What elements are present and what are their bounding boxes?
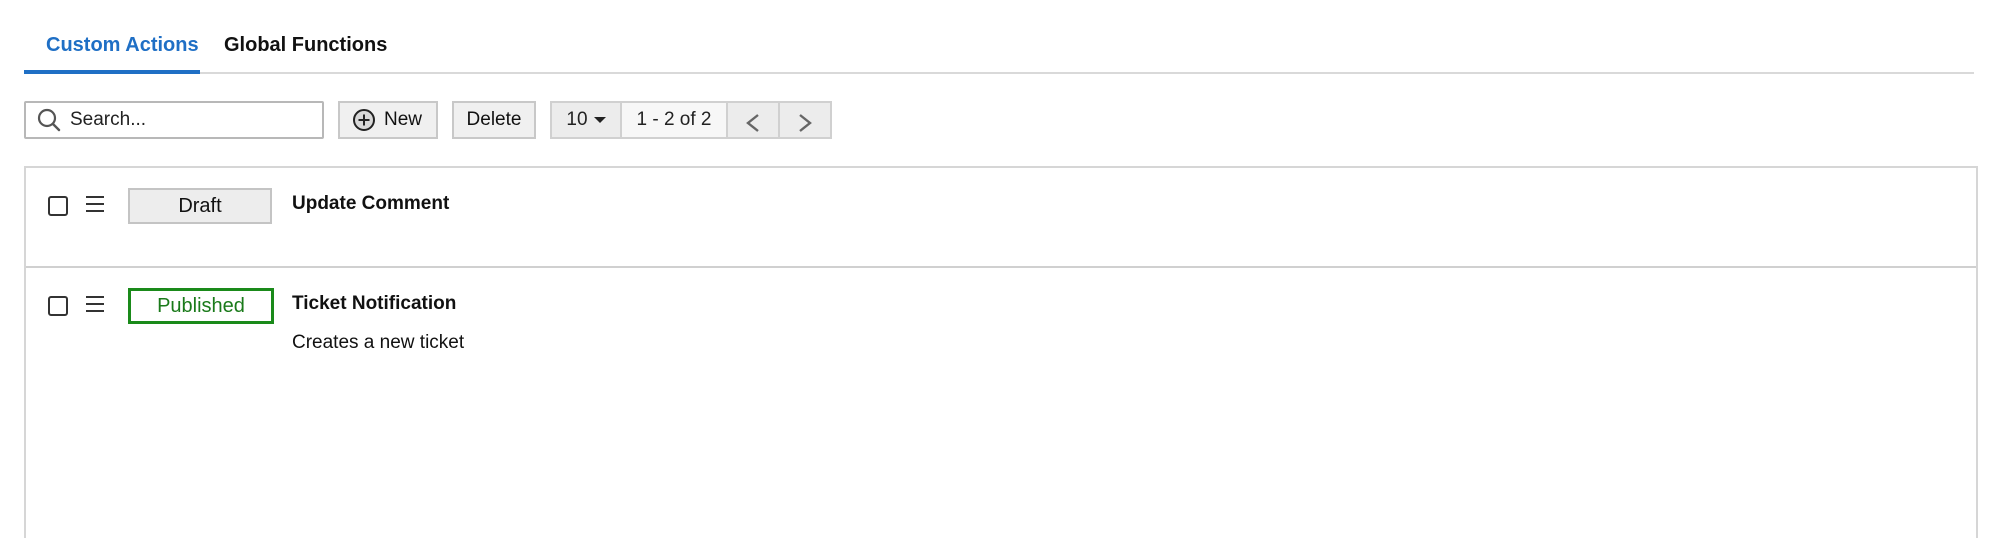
search-icon [36, 107, 62, 138]
delete-button[interactable]: Delete [452, 101, 536, 139]
active-tab-indicator [24, 70, 200, 74]
drag-handle-icon[interactable] [86, 296, 104, 312]
tab-bar: Custom Actions Global Functions [24, 20, 1974, 74]
next-page-button[interactable] [780, 103, 830, 137]
page-size-value: 10 [566, 109, 588, 130]
status-badge: Draft [128, 188, 272, 224]
tab-global-functions[interactable]: Global Functions [224, 34, 387, 57]
row-checkbox[interactable] [48, 196, 68, 216]
chevron-right-icon [796, 111, 814, 145]
action-description: Creates a new ticket [292, 332, 465, 353]
new-button[interactable]: New [338, 101, 438, 139]
row-checkbox[interactable] [48, 296, 68, 316]
new-button-label: New [384, 109, 423, 130]
plus-circle-icon [352, 108, 376, 144]
custom-actions-list: Draft Update Comment Published Ticket No… [24, 166, 1978, 538]
action-title[interactable]: Update Comment [292, 193, 449, 215]
page-size-select[interactable]: 10 [552, 103, 620, 137]
drag-handle-icon[interactable] [86, 196, 104, 212]
pagination: 10 1 - 2 of 2 [550, 101, 832, 139]
list-item[interactable]: Published Ticket Notification Creates a … [26, 268, 1976, 538]
list-item[interactable]: Draft Update Comment [26, 168, 1976, 268]
page-range: 1 - 2 of 2 [622, 103, 726, 137]
search-input[interactable] [68, 106, 312, 134]
tab-custom-actions[interactable]: Custom Actions [46, 34, 199, 57]
status-badge: Published [128, 288, 274, 324]
delete-button-label: Delete [466, 109, 522, 130]
prev-page-button[interactable] [728, 103, 778, 137]
chevron-down-icon [593, 116, 606, 123]
chevron-left-icon [744, 111, 762, 145]
search-box[interactable] [24, 101, 324, 139]
action-title[interactable]: Ticket Notification [292, 293, 456, 315]
